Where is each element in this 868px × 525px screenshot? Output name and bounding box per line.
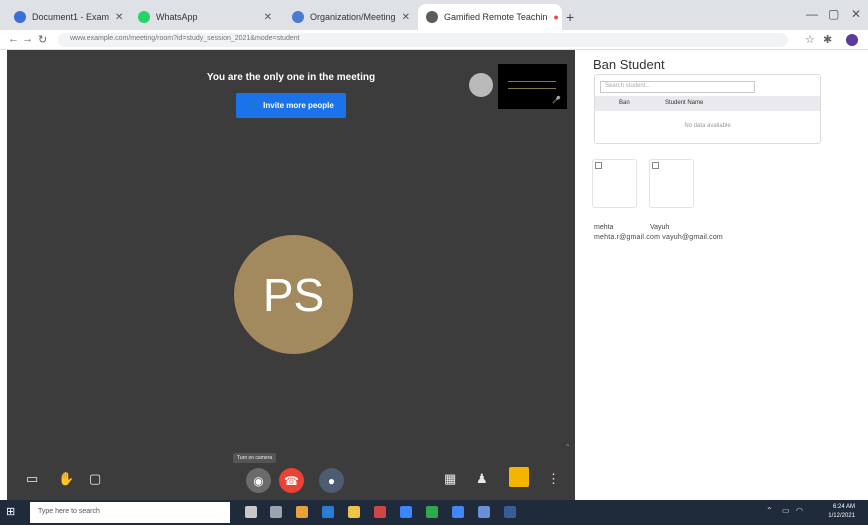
activities-button[interactable] xyxy=(509,467,529,487)
logo-image xyxy=(508,81,556,89)
windows-start-icon[interactable]: ⊞ xyxy=(6,507,17,518)
invite-label: Invite more people xyxy=(263,101,334,110)
tab-label: Document1 - Exam xyxy=(32,12,110,22)
star-icon[interactable]: ☆ xyxy=(805,33,815,46)
browser-tab-active[interactable]: Gamified Remote Teachin ● ✕ xyxy=(418,4,562,30)
chat-icon[interactable]: ▢ xyxy=(89,471,101,487)
column-header-name[interactable]: Student Name xyxy=(665,100,703,106)
participant-avatar: PS xyxy=(234,235,353,354)
chrome-icon[interactable] xyxy=(452,506,464,518)
browser-tab-3[interactable]: Organization/Meeting ✕ xyxy=(284,4,414,30)
mic-toggle-button[interactable]: ● xyxy=(319,468,344,493)
store-icon[interactable] xyxy=(322,506,334,518)
search-input[interactable]: Search student... xyxy=(600,81,755,93)
camera-off-icon: ◉ xyxy=(253,473,264,488)
new-tab-button[interactable]: + xyxy=(566,9,574,25)
app-icon[interactable] xyxy=(504,506,516,518)
student-card-1[interactable] xyxy=(592,159,637,208)
empty-state-text: No data available xyxy=(684,123,731,129)
app-icon[interactable] xyxy=(478,506,490,518)
mic-off-icon: ● xyxy=(327,473,336,488)
battery-icon[interactable]: ▭ xyxy=(782,506,790,515)
phone-hangup-icon: ☎ xyxy=(284,473,299,488)
table-header: Ban Student Name xyxy=(595,96,820,111)
participant-thumbnail[interactable]: 🎤 xyxy=(498,64,567,109)
raise-hand-icon[interactable]: ✋ xyxy=(58,471,74,487)
globe-icon xyxy=(426,11,438,23)
tray-chevron-icon[interactable]: ⌃ xyxy=(766,506,773,515)
profile-avatar[interactable] xyxy=(846,34,858,46)
browser-tab-1[interactable]: Document1 - Exam ✕ xyxy=(6,4,124,30)
file-explorer-icon[interactable] xyxy=(348,506,360,518)
taskbar: ⊞ Type here to search ⌃ ▭ ◠ 6:24 AM 1/12… xyxy=(0,500,868,525)
tab-label: Gamified Remote Teachin xyxy=(444,12,548,22)
globe-icon xyxy=(292,11,304,23)
wifi-icon[interactable]: ◠ xyxy=(796,506,803,515)
student-name-2: Vayuh xyxy=(650,224,670,231)
app-icon[interactable] xyxy=(426,506,438,518)
task-view-icon[interactable] xyxy=(270,506,282,518)
present-icon[interactable]: ▭ xyxy=(26,471,38,487)
close-icon[interactable]: ✕ xyxy=(264,12,272,23)
tooltip: Turn on camera xyxy=(233,453,277,463)
select-checkbox[interactable] xyxy=(595,162,602,169)
self-avatar[interactable] xyxy=(469,73,493,97)
address-bar-row: ← → ↻ www.example.com/meeting/room?id=st… xyxy=(0,30,868,50)
tab-label: Organization/Meeting xyxy=(310,12,396,22)
camera-toggle-button[interactable]: ◉ xyxy=(246,468,271,493)
extensions-icon[interactable]: ✱ xyxy=(823,33,832,46)
more-options-icon[interactable]: ⋮ xyxy=(547,471,560,487)
browser-tab-2[interactable]: WhatsApp ✕ xyxy=(130,4,280,30)
meeting-stage: You are the only one in the meeting 👤 In… xyxy=(7,50,575,500)
app-icon[interactable] xyxy=(296,506,308,518)
student-name-1: mehta xyxy=(594,224,614,231)
side-panel: Ban Student Search student... Ban Studen… xyxy=(575,50,868,500)
tab-label: WhatsApp xyxy=(156,12,198,22)
window-close-button[interactable]: ✕ xyxy=(851,7,861,21)
hang-up-button[interactable]: ☎ xyxy=(279,468,304,493)
app-icon[interactable] xyxy=(374,506,386,518)
word-icon xyxy=(14,11,26,23)
whatsapp-icon xyxy=(138,11,150,23)
student-card-2[interactable] xyxy=(649,159,694,208)
close-icon[interactable]: ✕ xyxy=(115,12,123,23)
back-icon[interactable]: ← xyxy=(8,33,19,45)
panel-title: Ban Student xyxy=(593,57,665,72)
grid-view-icon[interactable]: ▦ xyxy=(444,471,456,487)
invite-people-button[interactable]: 👤 Invite more people xyxy=(236,93,346,118)
recording-dot-icon: ● xyxy=(553,12,559,22)
taskbar-search-input[interactable]: Type here to search xyxy=(30,502,230,523)
reload-icon[interactable]: ↻ xyxy=(38,33,47,46)
url-field[interactable]: www.example.com/meeting/room?id=study_se… xyxy=(58,33,788,47)
select-checkbox[interactable] xyxy=(652,162,659,169)
close-icon[interactable]: ✕ xyxy=(402,12,410,23)
cortana-icon[interactable] xyxy=(245,506,257,518)
clock[interactable]: 6:24 AM 1/12/2021 xyxy=(815,503,855,521)
participants-icon[interactable]: ♟ xyxy=(476,471,488,487)
student-emails: mehta.r@gmail.com vayuh@gmail.com xyxy=(594,234,723,241)
minimize-button[interactable]: — xyxy=(806,7,818,21)
add-person-icon: 👤 xyxy=(248,101,259,110)
app-icon[interactable] xyxy=(400,506,412,518)
forward-icon[interactable]: → xyxy=(22,33,33,45)
clock-time: 6:24 AM xyxy=(832,504,855,510)
maximize-button[interactable]: ▢ xyxy=(828,7,839,21)
browser-tab-strip: Document1 - Exam ✕ WhatsApp ✕ Organizati… xyxy=(0,0,868,30)
mic-icon: 🎤 xyxy=(552,97,561,104)
ban-table: Search student... Ban Student Name No da… xyxy=(594,74,821,144)
column-header-ban[interactable]: Ban xyxy=(619,100,630,106)
clock-date: 1/12/2021 xyxy=(828,513,855,519)
expand-icon[interactable]: ⌃ xyxy=(564,443,571,452)
